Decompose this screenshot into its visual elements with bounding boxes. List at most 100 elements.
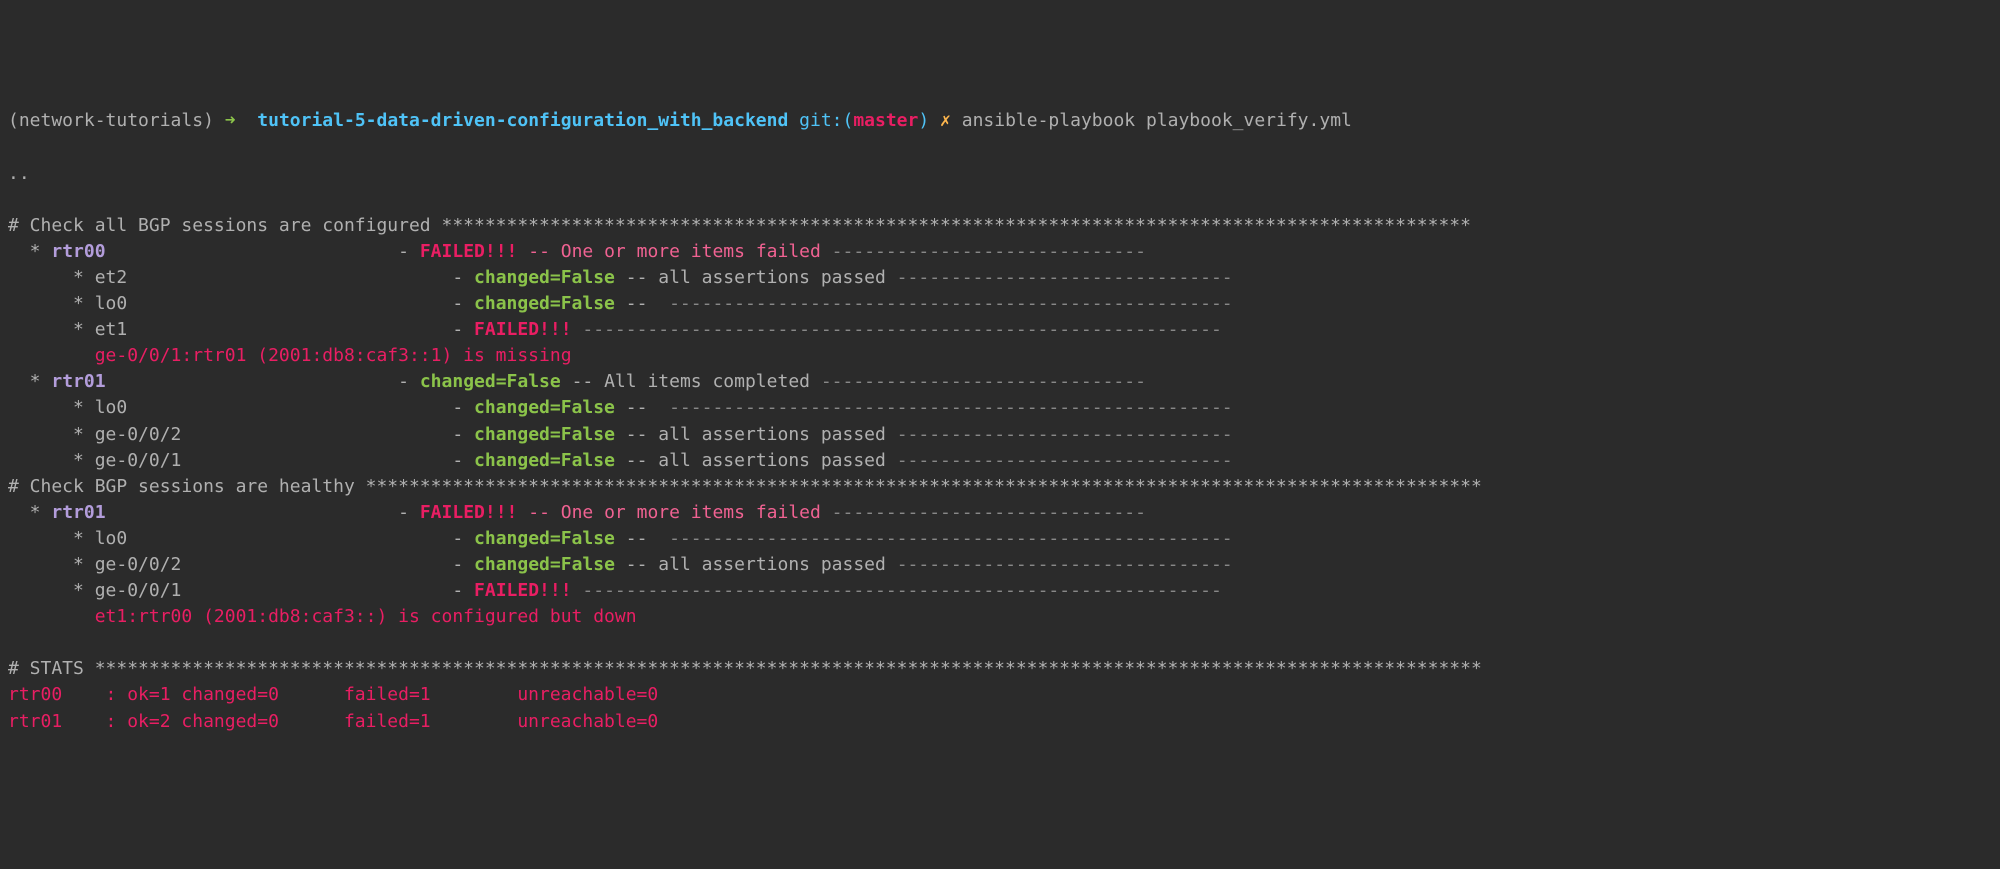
- bullet-icon: *: [8, 241, 51, 262]
- bullet-icon: *: [8, 502, 51, 523]
- dash: -: [452, 267, 474, 288]
- item-name: ge-0/0/2: [95, 424, 182, 445]
- item-status: changed=False: [474, 293, 615, 314]
- command-text: ansible-playbook playbook_verify.yml: [962, 110, 1352, 131]
- item-line: * et1 - FAILED!!! ----------------------…: [8, 317, 1992, 343]
- error-message: ge-0/0/1:rtr01 (2001:db8:caf3::1) is mis…: [95, 345, 572, 366]
- host-status: FAILED!!!: [420, 241, 518, 262]
- item-name: et1: [95, 319, 128, 340]
- trail-dashes: ------------------------------: [810, 371, 1146, 392]
- stats-row: rtr01 : ok=2 changed=0 failed=1 unreacha…: [8, 709, 1992, 735]
- stats-row: rtr00 : ok=1 changed=0 failed=1 unreacha…: [8, 682, 1992, 708]
- bullet-icon: *: [8, 450, 95, 471]
- git-branch: master: [853, 110, 918, 131]
- section-header: # Check BGP sessions are healthy *******…: [8, 476, 1482, 497]
- item-status: changed=False: [474, 397, 615, 418]
- bullet-icon: *: [8, 528, 95, 549]
- item-name: lo0: [95, 397, 128, 418]
- dash: -: [398, 371, 420, 392]
- blank-line: [8, 630, 1992, 656]
- dash: -: [452, 554, 474, 575]
- stats-header: # STATS ********************************…: [8, 658, 1482, 679]
- host-name: rtr00: [51, 241, 105, 262]
- item-status: changed=False: [474, 267, 615, 288]
- host-name: rtr01: [51, 502, 105, 523]
- trail-dashes: ----------------------------------------…: [582, 319, 1221, 340]
- stats-values: : ok=2 changed=0 failed=1 unreachable=0: [62, 711, 658, 732]
- host-line: * rtr01 - FAILED!!! -- One or more items…: [8, 500, 1992, 526]
- error-message: et1:rtr00 (2001:db8:caf3::) is configure…: [95, 606, 637, 627]
- item-line: * lo0 - changed=False -- ---------------…: [8, 526, 1992, 552]
- trail-dashes: -----------------------------: [821, 502, 1146, 523]
- bullet-icon: *: [8, 371, 51, 392]
- dash: -: [452, 397, 474, 418]
- host-status: changed=False: [420, 371, 561, 392]
- item-line: * et2 - changed=False -- all assertions …: [8, 265, 1992, 291]
- host-message: One or more items failed: [561, 502, 821, 523]
- git-paren-close: ): [918, 110, 929, 131]
- ellipsis-line: ..: [8, 161, 1992, 187]
- trail-dashes: ----------------------------------------…: [669, 293, 1233, 314]
- dash: -: [398, 502, 420, 523]
- item-message: all assertions passed: [658, 267, 886, 288]
- stats-header-line: # STATS ********************************…: [8, 656, 1992, 682]
- item-name: ge-0/0/1: [95, 450, 182, 471]
- cwd: tutorial-5-data-driven-configuration_wit…: [257, 110, 788, 131]
- item-line: * ge-0/0/1 - changed=False -- all assert…: [8, 448, 1992, 474]
- trail-dashes: -----------------------------: [821, 241, 1146, 262]
- trail-dashes: -------------------------------: [886, 554, 1233, 575]
- stats-values: : ok=1 changed=0 failed=1 unreachable=0: [62, 684, 658, 705]
- section-header-line: # Check all BGP sessions are configured …: [8, 213, 1992, 239]
- item-name: ge-0/0/1: [95, 580, 182, 601]
- bullet-icon: *: [8, 397, 95, 418]
- item-status: FAILED!!!: [474, 580, 572, 601]
- item-status: FAILED!!!: [474, 319, 572, 340]
- dash: -: [398, 241, 420, 262]
- item-status: changed=False: [474, 528, 615, 549]
- dash: -: [452, 319, 474, 340]
- playbook-output: # Check all BGP sessions are configured …: [8, 213, 1992, 735]
- item-line: * ge-0/0/1 - FAILED!!! -----------------…: [8, 578, 1992, 604]
- error-line: et1:rtr00 (2001:db8:caf3::) is configure…: [8, 604, 1992, 630]
- item-status: changed=False: [474, 554, 615, 575]
- bullet-icon: *: [8, 424, 95, 445]
- trail-dashes: -------------------------------: [886, 267, 1233, 288]
- prompt-arrow-icon: ➜: [225, 110, 236, 131]
- host-status: FAILED!!!: [420, 502, 518, 523]
- host-message: All items completed: [604, 371, 810, 392]
- item-message: all assertions passed: [658, 424, 886, 445]
- item-message: all assertions passed: [658, 554, 886, 575]
- venv-name: (network-tutorials): [8, 110, 214, 131]
- stats-host: rtr01: [8, 711, 62, 732]
- trail-dashes: -------------------------------: [886, 450, 1233, 471]
- dash: -: [452, 528, 474, 549]
- item-status: changed=False: [474, 424, 615, 445]
- host-line: * rtr01 - changed=False -- All items com…: [8, 369, 1992, 395]
- dash: -: [452, 580, 474, 601]
- item-name: et2: [95, 267, 128, 288]
- item-line: * lo0 - changed=False -- ---------------…: [8, 395, 1992, 421]
- shell-prompt-line[interactable]: (network-tutorials) ➜ tutorial-5-data-dr…: [8, 108, 1992, 134]
- section-header: # Check all BGP sessions are configured …: [8, 215, 1471, 236]
- item-name: lo0: [95, 293, 128, 314]
- item-name: ge-0/0/2: [95, 554, 182, 575]
- item-line: * ge-0/0/2 - changed=False -- all assert…: [8, 552, 1992, 578]
- dash: -: [452, 450, 474, 471]
- item-line: * lo0 - changed=False -- ---------------…: [8, 291, 1992, 317]
- host-message: One or more items failed: [561, 241, 821, 262]
- bullet-icon: *: [8, 319, 95, 340]
- git-dirty-icon: ✗: [940, 110, 951, 131]
- host-line: * rtr00 - FAILED!!! -- One or more items…: [8, 239, 1992, 265]
- dash: -: [452, 424, 474, 445]
- item-line: * ge-0/0/2 - changed=False -- all assert…: [8, 422, 1992, 448]
- stats-host: rtr00: [8, 684, 62, 705]
- git-label: git:(: [799, 110, 853, 131]
- item-message: all assertions passed: [658, 450, 886, 471]
- error-line: ge-0/0/1:rtr01 (2001:db8:caf3::1) is mis…: [8, 343, 1992, 369]
- item-name: lo0: [95, 528, 128, 549]
- bullet-icon: *: [8, 554, 95, 575]
- bullet-icon: *: [8, 580, 95, 601]
- trail-dashes: ----------------------------------------…: [582, 580, 1221, 601]
- dash: -: [452, 293, 474, 314]
- item-status: changed=False: [474, 450, 615, 471]
